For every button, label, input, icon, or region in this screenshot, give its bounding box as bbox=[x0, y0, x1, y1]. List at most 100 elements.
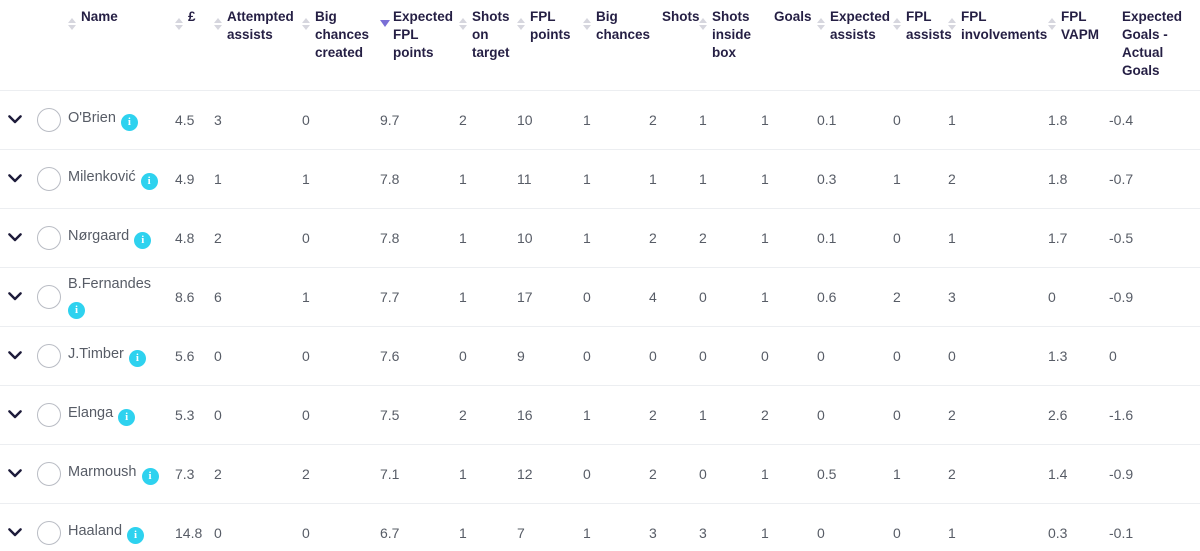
expand-row-cell[interactable] bbox=[0, 89, 30, 150]
select-row-cell[interactable] bbox=[30, 148, 68, 209]
column-header-big-chances-created[interactable]: Big chances created bbox=[302, 0, 380, 91]
select-circle-icon[interactable] bbox=[37, 225, 61, 250]
info-badge-icon[interactable]: i bbox=[120, 114, 138, 132]
column-header-expected-assists[interactable]: Expected assists bbox=[817, 0, 893, 91]
sort-arrows-icon-price[interactable] bbox=[175, 18, 184, 44]
cell-price: 5.6 bbox=[175, 325, 214, 386]
cell-fpl-points: 10 bbox=[517, 207, 583, 268]
cell-expected-goals-minus-actual-goals: -0.7 bbox=[1109, 148, 1200, 209]
column-header-big-chances[interactable]: Big chances bbox=[583, 0, 651, 91]
cell-expected-goals-minus-actual-goals: -0.5 bbox=[1109, 207, 1200, 268]
sort-arrows-icon-big-chances-created[interactable] bbox=[302, 18, 311, 44]
chevron-down-icon[interactable] bbox=[0, 386, 30, 444]
sort-arrows-icon-big-chances[interactable] bbox=[583, 18, 592, 44]
column-header-goals[interactable]: Goals bbox=[761, 0, 817, 91]
column-header-label-fpl-points: FPL points bbox=[530, 9, 571, 42]
chevron-down-icon[interactable] bbox=[0, 327, 30, 385]
column-header-fpl-points[interactable]: FPL points bbox=[517, 0, 583, 91]
sort-arrows-icon-fpl-assists[interactable] bbox=[893, 18, 902, 44]
sort-arrows-icon-goals[interactable] bbox=[761, 18, 770, 44]
player-name-label: B.Fernandes bbox=[68, 276, 152, 293]
cell-expected-assists: 0.1 bbox=[817, 89, 893, 150]
sort-arrows-icon-fpl-vapm[interactable] bbox=[1048, 18, 1057, 44]
expand-row-cell[interactable] bbox=[0, 207, 30, 268]
player-name-cell: B.Fernandes i bbox=[68, 266, 175, 327]
chevron-down-icon[interactable] bbox=[0, 209, 30, 267]
column-header-price[interactable]: £ bbox=[175, 0, 214, 91]
column-header-expected-fpl-points[interactable]: Expected FPL points bbox=[380, 0, 459, 91]
sort-arrows-icon-attempted-assists[interactable] bbox=[214, 18, 223, 44]
column-header-label-shots-on-target: Shots on target bbox=[472, 9, 510, 60]
select-circle-icon[interactable] bbox=[37, 107, 61, 132]
select-row-cell[interactable] bbox=[30, 384, 68, 445]
select-circle-icon[interactable] bbox=[37, 461, 61, 486]
column-header-expected-goals-minus-actual-goals[interactable]: Expected Goals - Actual Goals bbox=[1109, 0, 1200, 91]
column-header-label-expected-goals-minus-actual-goals: Expected Goals - Actual Goals bbox=[1122, 9, 1183, 78]
expand-row-cell[interactable] bbox=[0, 384, 30, 445]
chevron-down-icon[interactable] bbox=[0, 150, 30, 208]
info-badge-icon[interactable]: i bbox=[134, 232, 152, 250]
column-header-label-fpl-involvements: FPL involvements bbox=[961, 9, 1048, 42]
select-circle-icon[interactable] bbox=[37, 402, 61, 427]
table-row: Milenković i 4.9 1 1 7.8 1 11 1 1 1 1 0.3 1 2 1.8 -0.7 bbox=[0, 148, 1200, 209]
chevron-down-icon[interactable] bbox=[0, 504, 30, 551]
expand-row-cell[interactable] bbox=[0, 443, 30, 504]
cell-attempted-assists: 6 bbox=[214, 266, 302, 327]
player-name-label: Elanga bbox=[68, 405, 114, 422]
cell-big-chances: 0 bbox=[583, 443, 649, 504]
cell-shots-on-target: 1 bbox=[459, 207, 517, 268]
column-header-shots-on-target[interactable]: Shots on target bbox=[459, 0, 517, 91]
player-name-cell: Milenković i bbox=[68, 148, 175, 209]
select-row-cell[interactable] bbox=[30, 89, 68, 150]
cell-expected-fpl-points: 7.6 bbox=[380, 325, 459, 386]
sort-arrows-icon-shots-on-target[interactable] bbox=[459, 18, 468, 44]
column-header-fpl-assists[interactable]: FPL assists bbox=[893, 0, 952, 91]
select-row-cell[interactable] bbox=[30, 207, 68, 268]
column-header-label-attempted-assists: Attempted assists bbox=[227, 9, 294, 42]
sort-arrows-icon-expected-assists[interactable] bbox=[817, 18, 826, 44]
column-header-label-big-chances: Big chances bbox=[596, 9, 651, 42]
column-header-fpl-vapm[interactable]: FPL VAPM bbox=[1048, 0, 1109, 91]
info-badge-icon[interactable]: i bbox=[140, 173, 158, 191]
sort-arrows-icon-shots-inside-box[interactable] bbox=[699, 18, 708, 44]
expand-row-cell[interactable] bbox=[0, 325, 30, 386]
select-row-cell[interactable] bbox=[30, 502, 68, 551]
expand-row-cell[interactable] bbox=[0, 148, 30, 209]
expand-row-cell[interactable] bbox=[0, 502, 30, 551]
chevron-down-icon[interactable] bbox=[0, 268, 30, 326]
select-circle-icon[interactable] bbox=[37, 166, 61, 191]
info-badge-icon[interactable]: i bbox=[141, 468, 159, 486]
select-row-cell[interactable] bbox=[30, 266, 68, 327]
column-header-fpl-involvements[interactable]: FPL involvements bbox=[948, 0, 1048, 91]
chevron-down-icon[interactable] bbox=[0, 91, 30, 149]
column-header-shots-inside-box[interactable]: Shots inside box bbox=[699, 0, 761, 91]
cell-shots: 0 bbox=[649, 325, 699, 386]
sort-arrows-icon-fpl-involvements[interactable] bbox=[948, 18, 957, 44]
select-row-cell[interactable] bbox=[30, 325, 68, 386]
cell-expected-fpl-points: 7.8 bbox=[380, 148, 459, 209]
info-badge-icon[interactable]: i bbox=[118, 409, 136, 427]
sort-arrows-icon-expected-fpl-points[interactable] bbox=[380, 18, 390, 44]
column-header-label-big-chances-created: Big chances created bbox=[315, 9, 370, 60]
select-row-cell[interactable] bbox=[30, 443, 68, 504]
sort-arrows-icon-name[interactable] bbox=[68, 18, 77, 44]
select-circle-icon[interactable] bbox=[37, 343, 61, 368]
sort-arrows-icon-fpl-points[interactable] bbox=[517, 18, 526, 44]
cell-expected-assists: 0 bbox=[817, 384, 893, 445]
select-circle-icon[interactable] bbox=[37, 284, 61, 309]
cell-shots: 1 bbox=[649, 148, 699, 209]
info-badge-icon[interactable]: i bbox=[68, 302, 85, 320]
column-header-attempted-assists[interactable]: Attempted assists bbox=[214, 0, 302, 91]
sort-arrows-icon-expected-goals-minus-actual-goals[interactable] bbox=[1109, 18, 1118, 44]
info-badge-icon[interactable]: i bbox=[127, 527, 145, 545]
expand-row-cell[interactable] bbox=[0, 266, 30, 327]
cell-fpl-involvements: 3 bbox=[948, 266, 1048, 327]
column-header-name[interactable]: Name bbox=[68, 0, 175, 91]
info-badge-icon[interactable]: i bbox=[128, 350, 146, 368]
cell-fpl-assists: 0 bbox=[893, 384, 948, 445]
chevron-down-icon[interactable] bbox=[0, 445, 30, 503]
cell-expected-goals-minus-actual-goals: -1.6 bbox=[1109, 384, 1200, 445]
column-header-shots[interactable]: Shots bbox=[649, 0, 700, 91]
select-circle-icon[interactable] bbox=[37, 520, 61, 545]
sort-arrows-icon-shots[interactable] bbox=[649, 18, 658, 44]
